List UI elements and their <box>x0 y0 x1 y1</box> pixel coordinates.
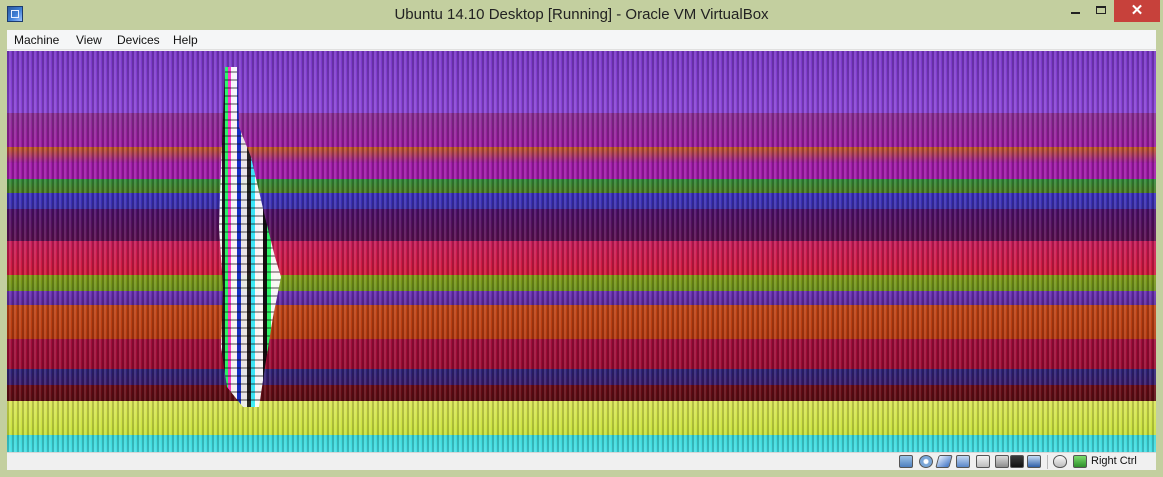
optical-drive-icon[interactable] <box>919 455 933 468</box>
menu-bar: Machine View Devices Help <box>7 30 1156 50</box>
window-client-area: Machine View Devices Help Right Ctrl <box>7 30 1156 470</box>
maximize-button[interactable] <box>1088 0 1114 22</box>
keyboard-capture-icon[interactable] <box>1073 455 1087 468</box>
video-capture-icon[interactable] <box>1010 455 1024 468</box>
menu-help[interactable]: Help <box>173 33 198 47</box>
close-button[interactable]: ✕ <box>1114 0 1160 22</box>
cpu-icon[interactable] <box>1027 455 1041 468</box>
menu-devices[interactable]: Devices <box>117 33 160 47</box>
status-bar: Right Ctrl <box>7 452 1156 470</box>
host-key-label: Right Ctrl <box>1091 455 1137 467</box>
minimize-icon <box>1071 12 1080 14</box>
network-icon[interactable] <box>956 455 970 468</box>
shared-folders-icon[interactable] <box>976 455 990 468</box>
close-icon: ✕ <box>1130 2 1144 19</box>
window-title: Ubuntu 14.10 Desktop [Running] - Oracle … <box>394 6 769 23</box>
mouse-integration-icon[interactable] <box>1053 455 1067 468</box>
display-glitch-artifact <box>219 67 281 407</box>
display-icon[interactable] <box>995 455 1009 468</box>
virtualbox-window: Ubuntu 14.10 Desktop [Running] - Oracle … <box>0 0 1163 477</box>
maximize-icon <box>1096 6 1106 14</box>
vm-display-screen[interactable] <box>7 51 1156 452</box>
menu-view[interactable]: View <box>76 33 102 47</box>
minimize-button[interactable] <box>1062 0 1088 22</box>
status-separator <box>1047 455 1048 469</box>
menu-machine[interactable]: Machine <box>14 33 59 47</box>
usb-icon[interactable] <box>935 455 953 468</box>
hard-disk-icon[interactable] <box>899 455 913 468</box>
title-bar[interactable]: Ubuntu 14.10 Desktop [Running] - Oracle … <box>0 0 1163 30</box>
